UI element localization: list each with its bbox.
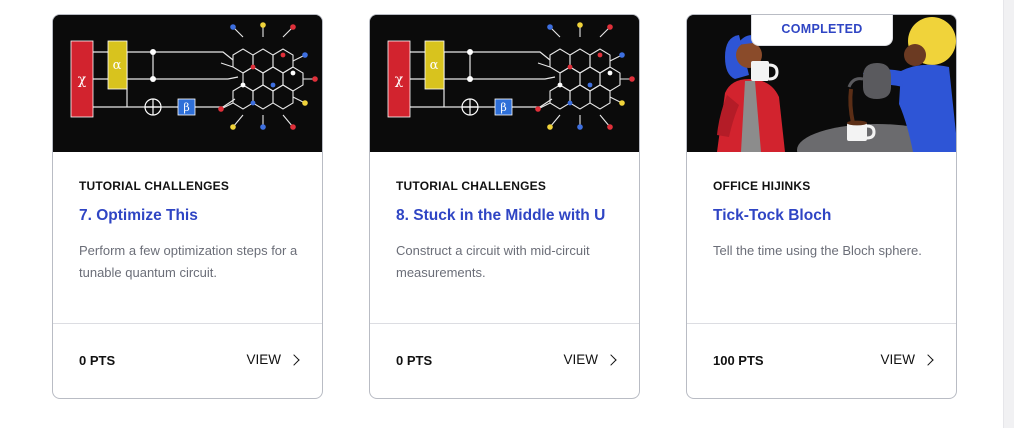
card-title-link[interactable]: 7. Optimize This <box>79 206 304 226</box>
chevron-right-icon <box>288 354 300 366</box>
svg-text:β: β <box>183 101 189 114</box>
card-category: TUTORIAL CHALLENGES <box>79 179 230 193</box>
card-body: TUTORIAL CHALLENGES 7. Optimize This Per… <box>79 179 304 284</box>
card-body: TUTORIAL CHALLENGES 8. Stuck in the Midd… <box>396 179 621 284</box>
card-category: OFFICE HIJINKS <box>713 179 811 193</box>
view-challenge-link[interactable]: VIEW <box>246 351 300 369</box>
card-description: Construct a circuit with mid-circuit mea… <box>396 243 590 280</box>
challenge-card[interactable]: χ α β <box>369 14 640 399</box>
quantum-circuit-illustration: χ α β <box>370 15 639 152</box>
card-category: TUTORIAL CHALLENGES <box>396 179 547 193</box>
view-challenge-link[interactable]: VIEW <box>563 351 617 369</box>
challenge-card[interactable]: COMPLETED OFFICE HIJINKS Tick-Tock Bloch… <box>686 14 957 399</box>
view-label: VIEW <box>880 352 915 367</box>
card-divider <box>370 323 639 324</box>
card-body: OFFICE HIJINKS Tick-Tock Bloch Tell the … <box>713 179 938 262</box>
card-title-link[interactable]: 8. Stuck in the Middle with U <box>396 206 621 226</box>
view-challenge-link[interactable]: VIEW <box>880 351 934 369</box>
card-points: 0 PTS <box>79 353 116 368</box>
challenge-card[interactable]: χ α β <box>52 14 323 399</box>
chevron-right-icon <box>605 354 617 366</box>
page-scrollbar[interactable] <box>1003 0 1014 428</box>
card-points: 100 PTS <box>713 353 764 368</box>
chevron-right-icon <box>922 354 934 366</box>
card-description: Perform a few optimization steps for a t… <box>79 243 298 280</box>
completed-badge: COMPLETED <box>751 15 893 46</box>
card-divider <box>687 323 956 324</box>
svg-text:χ: χ <box>78 72 87 88</box>
card-title-link[interactable]: Tick-Tock Bloch <box>713 206 938 226</box>
quantum-circuit-illustration: χ α β <box>53 15 322 152</box>
svg-text:χ: χ <box>395 72 404 88</box>
svg-text:α: α <box>430 58 439 73</box>
view-label: VIEW <box>246 352 281 367</box>
svg-text:α: α <box>113 58 122 73</box>
svg-text:β: β <box>500 101 506 114</box>
card-description: Tell the time using the Bloch sphere. <box>713 243 922 258</box>
card-points: 0 PTS <box>396 353 433 368</box>
view-label: VIEW <box>563 352 598 367</box>
card-divider <box>53 323 322 324</box>
